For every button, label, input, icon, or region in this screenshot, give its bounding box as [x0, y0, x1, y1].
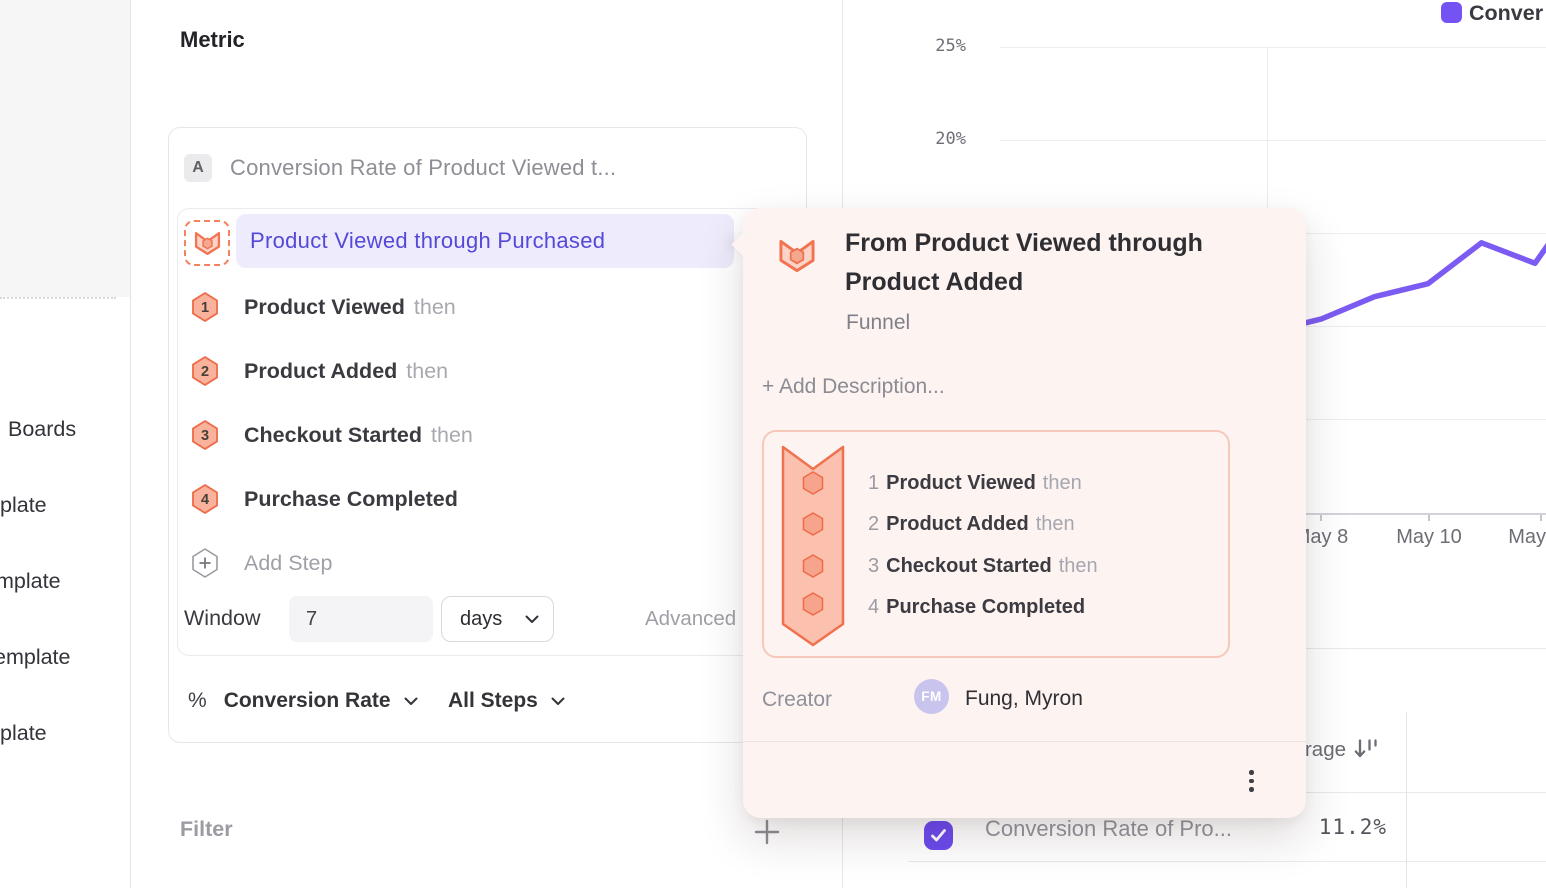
window-value-input[interactable] [289, 596, 433, 642]
popover-step-row: 4 Purchase Completed [868, 593, 1085, 621]
advanced-link[interactable]: Advanced [645, 607, 736, 631]
event-details-popover: From Product Viewed through Product Adde… [743, 208, 1306, 818]
app-window: Boards plate mplate emplate plate Metric… [0, 0, 1546, 888]
kebab-dot [1249, 779, 1254, 784]
step-number: 4 [868, 596, 879, 618]
svg-text:2: 2 [201, 364, 209, 380]
filter-section-heading: Filter [180, 817, 233, 842]
chevron-down-icon [551, 697, 565, 706]
funnel-step-row[interactable]: Purchase Completed [244, 484, 458, 517]
series-badge: A [184, 154, 212, 182]
funnel-step-row[interactable]: Product Added then [244, 356, 448, 389]
add-step-icon[interactable] [191, 548, 219, 578]
step-number: 1 [868, 472, 879, 494]
percent-icon: % [188, 689, 207, 713]
rail-header-area [0, 0, 130, 297]
step-number: 3 [868, 555, 879, 577]
add-filter-button[interactable] [752, 817, 782, 847]
funnel-step-row[interactable]: Checkout Started then [244, 420, 473, 453]
popover-step-row: 1 Product Viewed then [868, 469, 1082, 497]
measure-metric-label: Conversion Rate [224, 689, 391, 713]
step-number-hexagon: 4 [191, 484, 219, 514]
sidebar-item[interactable]: plate [0, 490, 47, 520]
table-row-name[interactable]: Conversion Rate of Pro... [985, 816, 1232, 842]
step-event-name: Product Viewed [886, 472, 1036, 494]
step-number-hexagon: 2 [191, 356, 219, 386]
step-then-label: then [1059, 555, 1098, 577]
popover-step-row: 3 Checkout Started then [868, 552, 1098, 580]
funnel-preview-box: 1Product Viewedthen 2Product Addedthen 3… [762, 430, 1230, 658]
metric-section-heading: Metric [180, 27, 245, 53]
step-number-hexagon: 3 [191, 420, 219, 450]
step-event-name: Product Added [886, 513, 1029, 535]
step-number: 2 [868, 513, 879, 535]
measure-type-dropdown[interactable]: % Conversion Rate [188, 689, 418, 713]
selected-event[interactable]: Product Viewed through Purchased [236, 214, 734, 268]
conversion-line [1268, 187, 1546, 332]
funnel-step-row[interactable]: Product Viewed then [244, 292, 456, 325]
sidebar-item[interactable]: plate [0, 718, 47, 748]
funnel-ribbon-icon [780, 445, 846, 649]
step-then-label: then [406, 359, 448, 383]
svg-text:3: 3 [201, 428, 209, 444]
table-row-average-value: 11.2% [1199, 815, 1387, 839]
sidebar-item[interactable]: Boards [8, 414, 76, 444]
series-checkbox[interactable] [924, 821, 953, 850]
step-then-label: then [1043, 472, 1082, 494]
popover-footer-divider [743, 741, 1306, 742]
sidebar-item[interactable]: mplate [0, 566, 61, 596]
step-event-name: Checkout Started [244, 423, 422, 447]
left-rail: Boards plate mplate emplate plate [0, 0, 131, 888]
svg-text:4: 4 [201, 492, 209, 508]
step-event-name: Product Viewed [244, 295, 405, 319]
funnel-event-icon[interactable] [184, 220, 230, 266]
kebab-dot [1249, 770, 1254, 775]
step-event-name: Checkout Started [886, 555, 1052, 577]
chevron-down-icon [404, 697, 418, 706]
measure-scope-label: All Steps [448, 689, 538, 713]
table-row-border [908, 861, 1546, 862]
rail-divider [0, 297, 116, 299]
window-unit-dropdown[interactable]: days [441, 596, 554, 642]
creator-avatar: FM [914, 679, 949, 714]
step-number-hexagon: 1 [191, 292, 219, 322]
svg-text:1: 1 [201, 300, 209, 316]
kebab-dot [1249, 787, 1254, 792]
step-then-label: then [1036, 513, 1075, 535]
step-event-name: Purchase Completed [244, 487, 458, 511]
creator-label: Creator [762, 688, 832, 712]
step-then-label: then [414, 295, 456, 319]
sidebar-item[interactable]: emplate [0, 642, 71, 672]
popover-step-row: 2 Product Added then [868, 510, 1075, 538]
step-event-name: Product Added [244, 359, 397, 383]
series-title[interactable]: Conversion Rate of Product Viewed t... [230, 155, 616, 181]
check-icon [929, 826, 948, 845]
creator-name: Fung, Myron [965, 687, 1083, 711]
selected-event-label: Product Viewed through Purchased [250, 228, 605, 254]
more-options-button[interactable] [1243, 764, 1260, 798]
funnel-badge-icon [194, 231, 221, 256]
measure-scope-dropdown[interactable]: All Steps [448, 689, 565, 713]
chevron-down-icon [525, 615, 539, 624]
window-label: Window [184, 606, 260, 631]
sort-descending-icon[interactable] [1353, 736, 1380, 763]
table-column-divider [1406, 712, 1407, 888]
add-step-button[interactable]: Add Step [244, 548, 332, 578]
step-event-name: Purchase Completed [886, 596, 1085, 618]
popover-title: From Product Viewed through Product Adde… [845, 224, 1245, 302]
step-then-label: then [431, 423, 473, 447]
add-description-button[interactable]: + Add Description... [762, 375, 945, 399]
window-unit-label: days [460, 608, 502, 631]
popover-type-label: Funnel [846, 311, 910, 335]
funnel-badge-icon [778, 238, 816, 274]
